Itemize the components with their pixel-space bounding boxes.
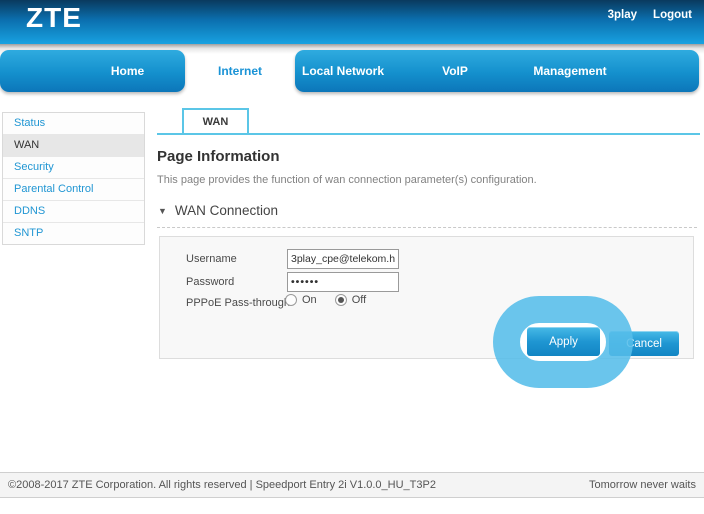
username-field[interactable] bbox=[287, 249, 399, 269]
tab-voip[interactable]: VoIP bbox=[442, 64, 468, 78]
radio-off[interactable] bbox=[335, 294, 347, 306]
sidebar-item-wan[interactable]: WAN bbox=[3, 134, 144, 156]
main-nav: Home Internet Local Network VoIP Managem… bbox=[0, 50, 704, 92]
page-title: Page Information bbox=[157, 148, 280, 165]
sidebar-item-ddns[interactable]: DDNS bbox=[3, 200, 144, 222]
page-description: This page provides the function of wan c… bbox=[157, 174, 537, 186]
sidebar-item-sntp[interactable]: SNTP bbox=[3, 222, 144, 244]
sidebar-item-security[interactable]: Security bbox=[3, 156, 144, 178]
apply-button[interactable]: Apply bbox=[527, 327, 600, 356]
tab-internet[interactable]: Internet bbox=[218, 64, 262, 78]
footer-copyright: ©2008-2017 ZTE Corporation. All rights r… bbox=[8, 479, 436, 491]
radio-on[interactable] bbox=[285, 294, 297, 306]
tab-local-network[interactable]: Local Network bbox=[302, 64, 384, 78]
sidebar-item-status[interactable]: Status bbox=[3, 113, 144, 134]
logout-button[interactable]: Logout bbox=[653, 9, 692, 21]
pppoe-radio-group: On Off bbox=[285, 294, 366, 306]
footer-slogan: Tomorrow never waits bbox=[589, 479, 696, 491]
password-label: Password bbox=[186, 276, 234, 288]
username-link[interactable]: 3play bbox=[608, 9, 637, 21]
nav-tab-group: Local Network VoIP Management bbox=[295, 50, 699, 92]
section-title: WAN Connection bbox=[175, 203, 278, 218]
section-header-wan-connection[interactable]: ▼ WAN Connection bbox=[158, 203, 278, 218]
username-label: Username bbox=[186, 253, 237, 265]
footer: ©2008-2017 ZTE Corporation. All rights r… bbox=[0, 472, 704, 498]
radio-on-label: On bbox=[302, 294, 317, 306]
cancel-button[interactable]: Cancel bbox=[609, 331, 679, 356]
sidebar-item-parental-control[interactable]: Parental Control bbox=[3, 178, 144, 200]
top-banner: ZTE 3play Logout bbox=[0, 0, 704, 44]
pppoe-passthrough-label: PPPoE Pass-through bbox=[186, 297, 290, 309]
radio-off-label: Off bbox=[352, 294, 366, 306]
zte-logo: ZTE bbox=[26, 2, 82, 34]
password-field[interactable] bbox=[287, 272, 399, 292]
section-divider bbox=[157, 227, 697, 228]
tab-home[interactable]: Home bbox=[0, 50, 185, 92]
subtab-strip: WAN bbox=[157, 108, 700, 135]
tab-management[interactable]: Management bbox=[533, 64, 606, 78]
sidebar: Status WAN Security Parental Control DDN… bbox=[2, 112, 145, 245]
collapse-triangle-icon: ▼ bbox=[158, 206, 167, 216]
subtab-wan[interactable]: WAN bbox=[182, 108, 249, 133]
tab-home-label: Home bbox=[111, 64, 144, 78]
